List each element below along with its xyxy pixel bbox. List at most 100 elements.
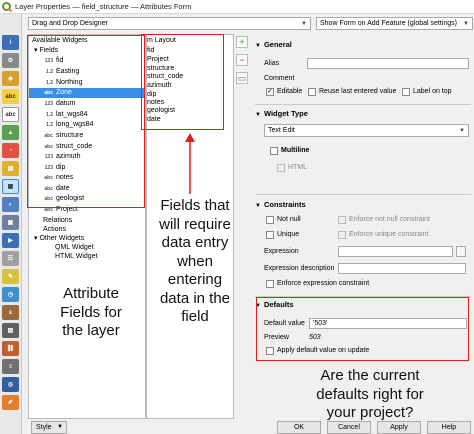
- legend-icon[interactable]: ≡: [2, 359, 19, 374]
- reuse-last-value-label: Reuse last entered value: [319, 88, 397, 95]
- annotation-line: defaults right for: [316, 385, 424, 403]
- chevron-down-icon: ▼: [57, 424, 63, 430]
- data-entry-annotation: Fields that will require data entry when…: [150, 197, 240, 327]
- widget-type-section-header[interactable]: ▼ Widget Type: [255, 109, 308, 118]
- cancel-button[interactable]: Cancel: [327, 421, 371, 434]
- unique-checkbox[interactable]: [266, 231, 274, 239]
- label-on-top-checkbox[interactable]: [402, 88, 410, 96]
- fields-icon[interactable]: ▤: [2, 161, 19, 176]
- properties-sidebar: i ⚙ ◆ abc abc ▲ ◔ ▤ ▦ ◐ ▣ ▶ ☰ ✎ ◷ ε ▤ ⛓ …: [0, 14, 22, 434]
- alias-input[interactable]: [307, 58, 469, 69]
- annotation-line: field: [181, 308, 209, 325]
- not-null-label: Not null: [277, 216, 301, 223]
- expression-description-input[interactable]: [338, 263, 466, 274]
- collapse-arrow-icon: ▼: [255, 43, 261, 49]
- label-on-top-label: Label on top: [413, 88, 452, 95]
- widget-type-select[interactable]: Text Edit ▼: [264, 124, 469, 137]
- form-layout-highlight: [141, 34, 224, 130]
- joins-icon[interactable]: ◐: [2, 197, 19, 212]
- collapse-arrow-icon: ▼: [255, 203, 261, 209]
- multiline-label: Multiline: [281, 147, 310, 154]
- html-widget-item[interactable]: HTML Widget: [55, 252, 98, 262]
- html-checkbox[interactable]: [277, 164, 285, 172]
- annotation-line: entering: [167, 271, 223, 288]
- chevron-down-icon: ▼: [301, 21, 307, 27]
- style-button-label: Style: [36, 424, 52, 431]
- editable-checkbox[interactable]: ✓: [266, 88, 274, 96]
- annotation-line: data in the: [159, 289, 231, 307]
- information-icon[interactable]: i: [2, 35, 19, 50]
- annotation-line: Fields for: [60, 303, 122, 321]
- enforce-expression-label: Enforce expression constraint: [277, 280, 370, 287]
- style-menu-button[interactable]: Style ▼: [31, 421, 67, 434]
- show-form-select[interactable]: Show Form on Add Feature (global setting…: [316, 17, 473, 30]
- comment-label: Comment: [264, 75, 295, 82]
- 3d-view-icon[interactable]: ▲: [2, 125, 19, 140]
- attributes-form-icon[interactable]: ▦: [2, 179, 19, 194]
- variables-icon[interactable]: ε: [2, 305, 19, 320]
- qgis-logo-icon: [2, 2, 12, 12]
- defaults-highlight: [256, 297, 469, 361]
- enforce-not-null-checkbox[interactable]: [338, 216, 346, 224]
- enforce-not-null-label: Enforce not null constraint: [349, 216, 430, 223]
- expression-input[interactable]: [338, 246, 453, 257]
- other-widgets-label: Other Widgets: [39, 235, 85, 242]
- annotation-line: the layer: [62, 322, 120, 339]
- expression-builder-button[interactable]: [456, 246, 466, 257]
- window-title: Layer Properties — field_structure — Att…: [15, 2, 192, 11]
- labels-icon[interactable]: abc: [2, 89, 19, 104]
- editable-label: Editable: [277, 88, 303, 95]
- apply-button[interactable]: Apply: [377, 421, 421, 434]
- field-properties-panel: ▼ General Alias Comment ✓ Editable Reuse …: [252, 34, 474, 420]
- symbology-icon[interactable]: ◆: [2, 71, 19, 86]
- annotation-arrow-icon: [185, 133, 195, 194]
- remove-item-icon[interactable]: −: [236, 54, 248, 66]
- expression-description-label: Expression description: [264, 265, 335, 272]
- unique-label: Unique: [277, 231, 300, 238]
- actions-icon[interactable]: ▶: [2, 233, 19, 248]
- add-container-icon[interactable]: +: [236, 36, 248, 48]
- collapse-arrow-icon: ▼: [255, 112, 261, 118]
- annotation-line: will require: [159, 215, 231, 233]
- alias-label: Alias: [264, 60, 280, 67]
- constraints-title: Constraints: [263, 200, 306, 209]
- enforce-unique-checkbox[interactable]: [338, 231, 346, 239]
- qgis-server-icon[interactable]: ◎: [2, 377, 19, 392]
- enforce-expression-checkbox[interactable]: [266, 280, 274, 288]
- source-icon[interactable]: ⚙: [2, 53, 19, 68]
- attribute-fields-annotation: Attribute Fields for the layer: [38, 285, 144, 341]
- not-null-checkbox[interactable]: [266, 216, 274, 224]
- chevron-down-icon: ▼: [459, 128, 465, 134]
- constraints-section-header[interactable]: ▼ Constraints: [255, 200, 306, 209]
- reuse-last-value-checkbox[interactable]: [308, 88, 316, 96]
- attribute-fields-highlight: [27, 35, 145, 208]
- help-button[interactable]: Help: [427, 421, 471, 434]
- show-form-value: Show Form on Add Feature (global setting…: [320, 20, 457, 27]
- widget-type-title: Widget Type: [263, 109, 308, 118]
- digitizing-icon[interactable]: ✐: [2, 395, 19, 410]
- diagrams-icon[interactable]: ◔: [2, 143, 19, 158]
- dialog-button-bar: Style ▼ OK Cancel Apply Help: [22, 420, 474, 434]
- chevron-down-icon: ▼: [463, 21, 469, 27]
- enforce-unique-label: Enforce unique constraint: [349, 231, 429, 238]
- multiline-checkbox[interactable]: [270, 147, 278, 155]
- dependencies-icon[interactable]: ⛓: [2, 341, 19, 356]
- rendering-icon[interactable]: ✎: [2, 269, 19, 284]
- annotation-line: when: [177, 252, 213, 270]
- annotation-line: Are the current: [320, 367, 420, 384]
- masks-icon[interactable]: abc: [2, 107, 19, 122]
- annotation-line: Fields that: [160, 197, 230, 214]
- html-label: HTML: [288, 164, 308, 171]
- metadata-icon[interactable]: ▤: [2, 323, 19, 338]
- auxiliary-storage-icon[interactable]: ▣: [2, 215, 19, 230]
- display-icon[interactable]: ☰: [2, 251, 19, 266]
- ok-button[interactable]: OK: [277, 421, 321, 434]
- tab-icon[interactable]: ▭: [236, 72, 248, 84]
- window-titlebar: Layer Properties — field_structure — Att…: [0, 0, 474, 14]
- designer-mode-select[interactable]: Drag and Drop Designer ▼: [28, 17, 311, 30]
- expression-label: Expression: [264, 248, 299, 255]
- general-section-header[interactable]: ▼ General: [255, 40, 292, 49]
- temporal-icon[interactable]: ◷: [2, 287, 19, 302]
- annotation-line: data entry: [161, 234, 229, 251]
- defaults-annotation: Are the current defaults right for your …: [300, 367, 440, 423]
